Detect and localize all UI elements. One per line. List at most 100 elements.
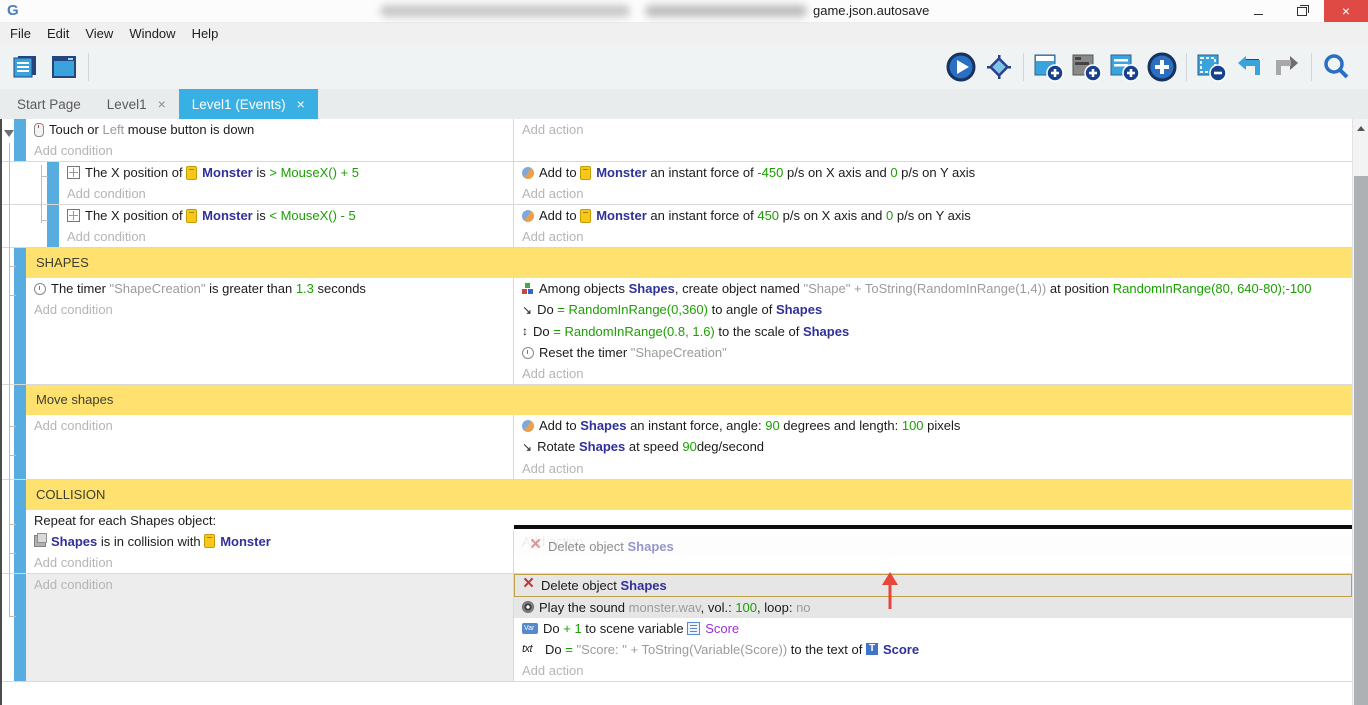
event-select-bar[interactable] <box>14 248 26 278</box>
search-icon[interactable] <box>1320 51 1352 83</box>
event-block[interactable]: The timer "ShapeCreation" is greater tha… <box>2 278 1352 385</box>
conditions-cell[interactable]: Shapes is in collision with MonsterAdd c… <box>26 531 513 573</box>
add-condition-placeholder[interactable]: Add condition <box>59 183 513 204</box>
event-select-bar[interactable] <box>14 574 26 681</box>
event-select-bar[interactable] <box>47 162 59 204</box>
add-action-placeholder[interactable]: Add action <box>514 183 1352 204</box>
scene-editor-icon[interactable] <box>48 51 80 83</box>
event-select-bar[interactable] <box>14 119 26 161</box>
actions-cell[interactable]: Add action <box>513 119 1352 161</box>
tab-close-icon[interactable]: × <box>297 96 305 112</box>
debug-icon[interactable] <box>983 51 1015 83</box>
event-select-bar[interactable] <box>14 415 26 479</box>
minimize-button[interactable] <box>1236 0 1280 22</box>
text-segment: "Score: " + ToString(Variable(Score)) <box>576 642 787 657</box>
action-row[interactable]: Among objects Shapes, create object name… <box>514 278 1352 299</box>
group-banner[interactable]: SHAPES <box>2 248 1352 278</box>
add-plus-icon[interactable] <box>1146 51 1178 83</box>
action-row[interactable]: Rotate Shapes at speed 90deg/second <box>514 436 1352 458</box>
add-action-placeholder[interactable]: Add action <box>514 363 1352 384</box>
conditions-cell[interactable]: The timer "ShapeCreation" is greater tha… <box>26 278 513 384</box>
conditions-cell[interactable]: Add condition <box>26 415 513 479</box>
event-select-bar[interactable] <box>14 510 26 573</box>
group-banner[interactable]: COLLISION <box>2 480 1352 510</box>
red-arrow-annotation <box>879 571 901 611</box>
delete-event-icon[interactable] <box>1195 51 1227 83</box>
add-sub-event-icon[interactable] <box>1070 51 1102 83</box>
tab-level1-events-[interactable]: Level1 (Events)× <box>179 89 318 119</box>
action-row[interactable]: Do + 1 to scene variable Score <box>514 618 1352 639</box>
event-select-bar[interactable] <box>14 480 26 510</box>
event-select-bar[interactable] <box>14 278 26 384</box>
action-row[interactable]: Reset the timer "ShapeCreation" <box>514 342 1352 363</box>
add-condition-placeholder[interactable]: Add condition <box>26 552 513 573</box>
tab-close-icon[interactable]: × <box>158 96 166 112</box>
event-block[interactable]: Add conditionDelete object ShapesPlay th… <box>2 574 1352 682</box>
event-block[interactable]: The X position of Monster is < MouseX() … <box>2 205 1352 248</box>
condition-row[interactable]: The X position of Monster is < MouseX() … <box>59 205 513 226</box>
add-condition-placeholder[interactable]: Add condition <box>26 299 513 320</box>
actions-cell[interactable]: Among objects Shapes, create object name… <box>513 278 1352 384</box>
dragged-action-row[interactable]: Delete object Shapes <box>522 536 1352 557</box>
action-row[interactable]: Add to Monster an instant force of -450 … <box>514 162 1352 183</box>
action-row[interactable]: Do = "Score: " + ToString(Variable(Score… <box>514 639 1352 660</box>
event-select-bar[interactable] <box>47 205 59 247</box>
action-row[interactable]: Do = RandomInRange(0.8, 1.6) to the scal… <box>514 321 1352 343</box>
event-select-bar[interactable] <box>14 385 26 415</box>
scrollbar-thumb[interactable] <box>1354 176 1368 705</box>
text-segment: is <box>253 165 270 180</box>
add-condition-placeholder[interactable]: Add condition <box>26 140 513 161</box>
event-block[interactable]: Add conditionAdd to Shapes an instant fo… <box>2 415 1352 480</box>
condition-row[interactable]: Shapes is in collision with Monster <box>26 531 513 552</box>
add-condition-placeholder[interactable]: Add condition <box>26 415 513 436</box>
vertical-scrollbar[interactable] <box>1352 119 1368 705</box>
add-condition-placeholder[interactable]: Add condition <box>26 574 513 595</box>
add-comment-icon[interactable] <box>1108 51 1140 83</box>
actions-cell[interactable]: Delete object ShapesPlay the sound monst… <box>513 574 1352 681</box>
conditions-cell[interactable]: Add condition <box>26 574 513 681</box>
condition-row[interactable]: The timer "ShapeCreation" is greater tha… <box>26 278 513 299</box>
add-event-icon[interactable] <box>1032 51 1064 83</box>
expand-arrow-icon[interactable] <box>4 130 14 137</box>
menu-edit[interactable]: Edit <box>39 23 77 45</box>
scroll-up-arrow-icon[interactable] <box>1357 126 1365 131</box>
project-manager-icon[interactable] <box>10 51 42 83</box>
add-action-placeholder[interactable]: Add action <box>514 660 1352 681</box>
actions-cell[interactable]: Add actionDelete object Shapes <box>513 531 1352 573</box>
text-segment: is in collision with <box>97 534 204 549</box>
event-block[interactable]: Touch or Left mouse button is downAdd co… <box>2 119 1352 162</box>
action-row[interactable]: Add to Monster an instant force of 450 p… <box>514 205 1352 226</box>
menu-help[interactable]: Help <box>184 23 227 45</box>
menu-view[interactable]: View <box>77 23 121 45</box>
undo-icon[interactable] <box>1233 51 1265 83</box>
actions-cell[interactable]: Add to Shapes an instant force, angle: 9… <box>513 415 1352 479</box>
conditions-cell[interactable]: The X position of Monster is < MouseX() … <box>59 205 513 247</box>
add-action-placeholder[interactable]: Add action <box>514 119 1352 140</box>
tab-start-page[interactable]: Start Page <box>4 89 94 119</box>
event-block[interactable]: The X position of Monster is > MouseX() … <box>2 162 1352 205</box>
add-action-placeholder[interactable]: Add action <box>514 458 1352 479</box>
text-segment: deg/second <box>697 439 764 454</box>
close-button[interactable]: × <box>1324 0 1368 22</box>
condition-row[interactable]: Touch or Left mouse button is down <box>26 119 513 140</box>
add-condition-placeholder[interactable]: Add condition <box>59 226 513 247</box>
action-row[interactable]: Do = RandomInRange(0,360) to angle of Sh… <box>514 299 1352 321</box>
event-block[interactable]: Repeat for each Shapes object:Shapes is … <box>2 510 1352 574</box>
redo-icon[interactable] <box>1271 51 1303 83</box>
menu-file[interactable]: File <box>2 23 39 45</box>
actions-cell[interactable]: Add to Monster an instant force of 450 p… <box>513 205 1352 247</box>
preview-play-icon[interactable] <box>945 51 977 83</box>
action-row[interactable]: Add to Shapes an instant force, angle: 9… <box>514 415 1352 436</box>
action-row[interactable]: Delete object Shapes <box>514 574 1352 597</box>
actions-cell[interactable]: Add to Monster an instant force of -450 … <box>513 162 1352 204</box>
group-banner[interactable]: Move shapes <box>2 385 1352 415</box>
action-row[interactable]: Play the sound monster.wav, vol.: 100, l… <box>514 597 1352 618</box>
conditions-cell[interactable]: The X position of Monster is > MouseX() … <box>59 162 513 204</box>
restore-button[interactable] <box>1280 0 1324 22</box>
menu-window[interactable]: Window <box>121 23 183 45</box>
tab-level1[interactable]: Level1× <box>94 89 179 119</box>
add-action-placeholder[interactable]: Add action <box>514 226 1352 247</box>
condition-row[interactable]: The X position of Monster is > MouseX() … <box>59 162 513 183</box>
conditions-cell[interactable]: Touch or Left mouse button is downAdd co… <box>26 119 513 161</box>
monster-icon <box>580 166 591 180</box>
